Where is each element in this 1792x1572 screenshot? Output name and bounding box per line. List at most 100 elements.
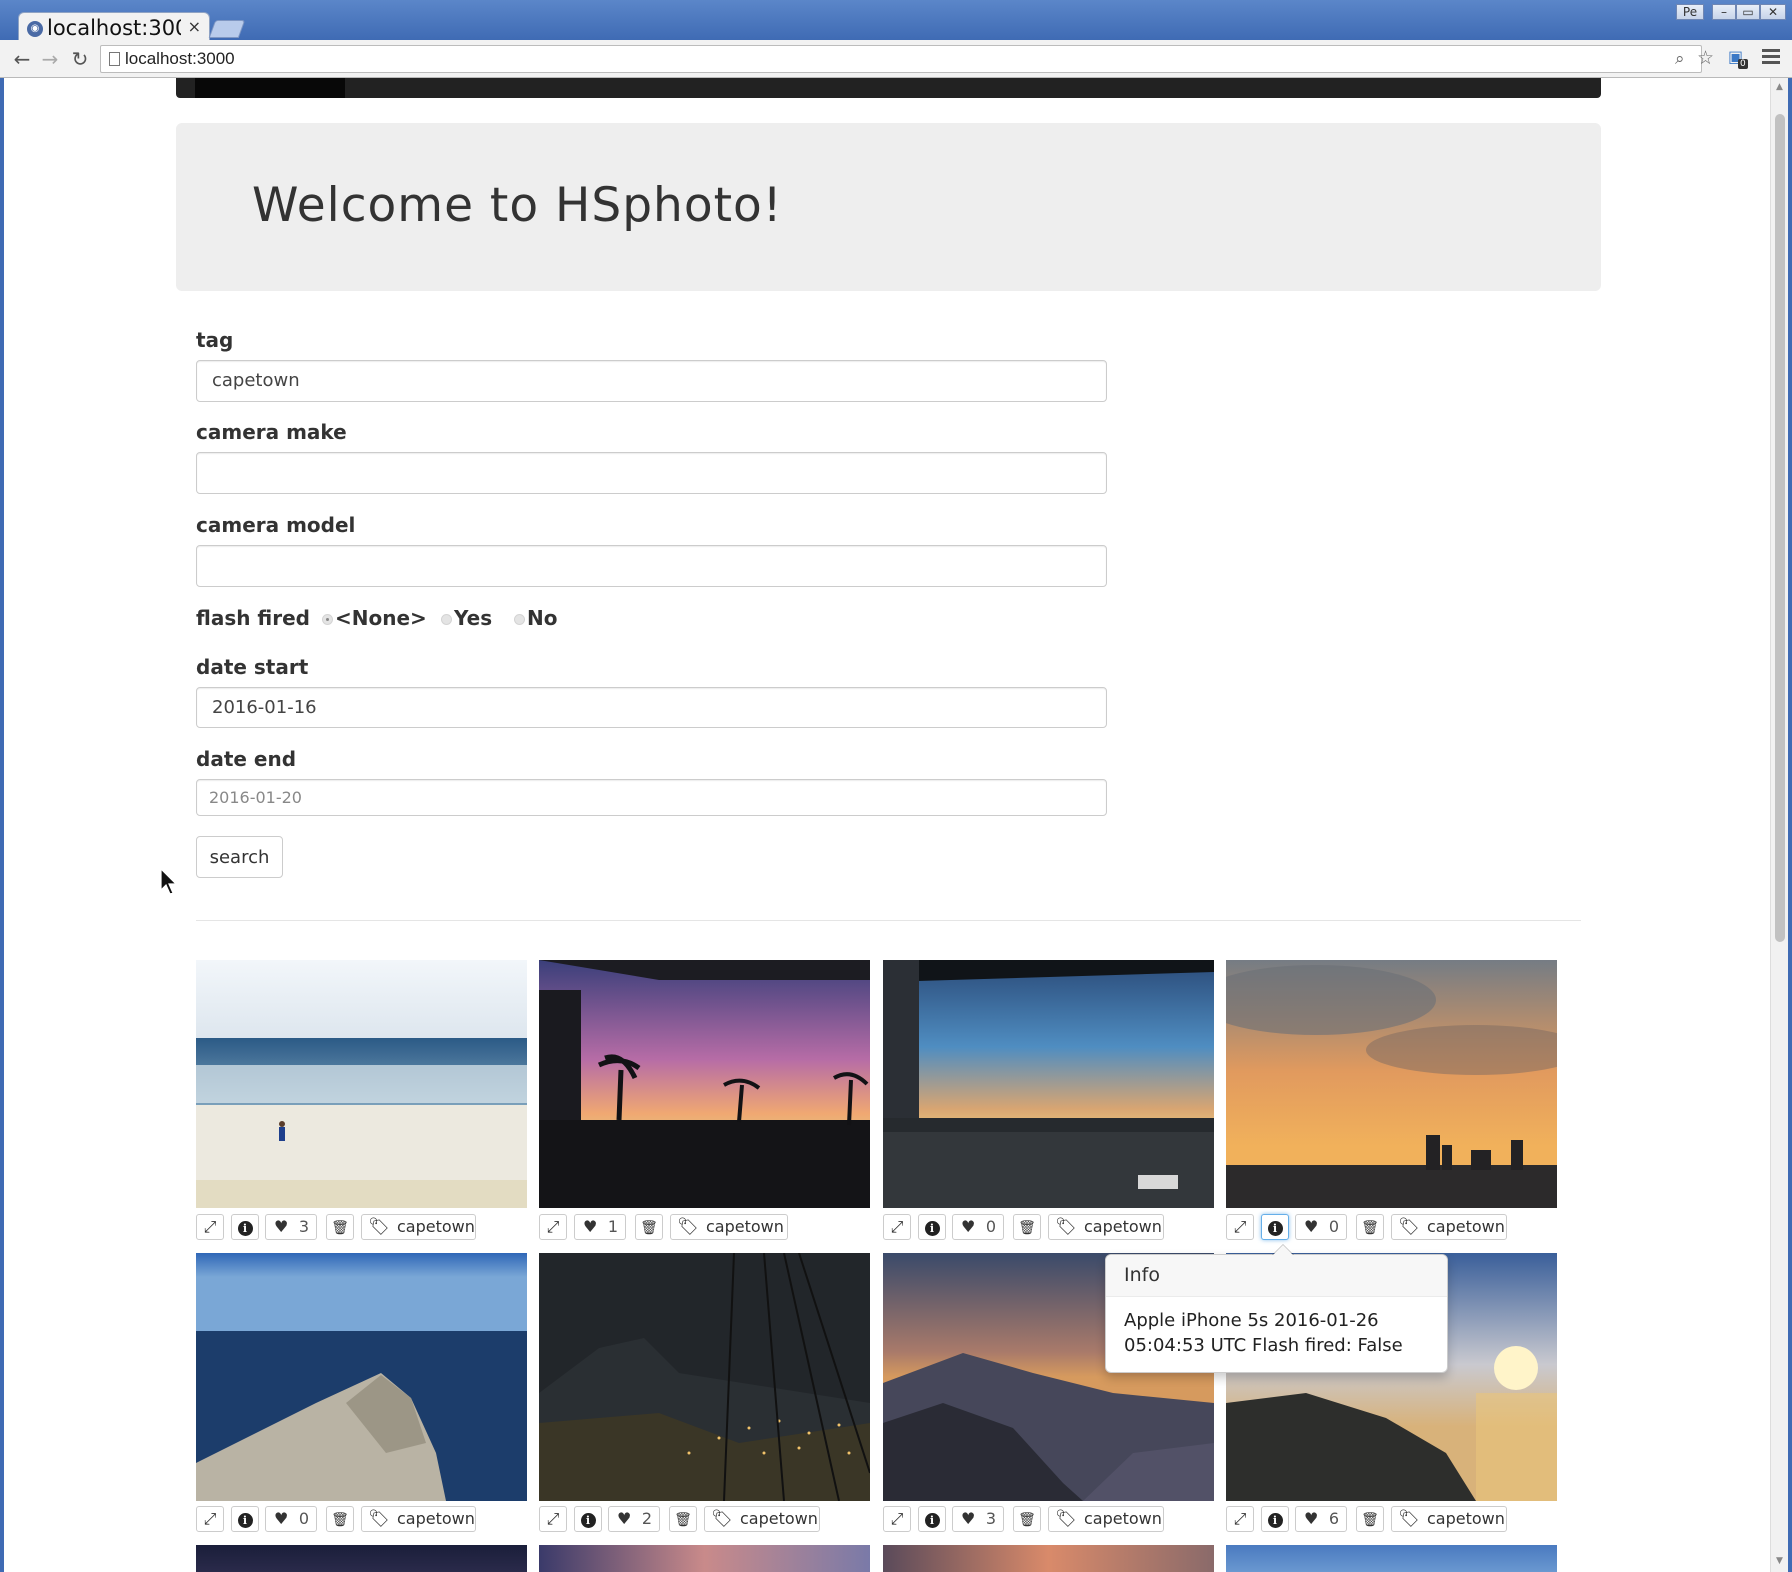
heart-icon: ♥: [1304, 1509, 1319, 1528]
expand-button[interactable]: ⤢: [539, 1506, 567, 1532]
tag-button[interactable]: 🏷 capetown: [1391, 1506, 1507, 1532]
radio-yes[interactable]: [441, 614, 452, 625]
vertical-scrollbar[interactable]: ▲ ▼: [1770, 78, 1788, 1572]
camera-make-label: camera make: [196, 420, 347, 444]
back-icon[interactable]: ←: [10, 47, 34, 71]
navbar-active-item[interactable]: [195, 78, 345, 98]
delete-button[interactable]: 🗑: [1013, 1214, 1041, 1240]
tag-button[interactable]: 🏷 capetown: [1048, 1506, 1164, 1532]
info-button[interactable]: i: [231, 1214, 259, 1240]
search-button[interactable]: search: [196, 836, 283, 878]
info-icon: i: [1267, 1221, 1283, 1236]
like-button[interactable]: ♥ 1: [574, 1214, 626, 1240]
expand-button[interactable]: ⤢: [1226, 1506, 1254, 1532]
like-count: 0: [298, 1509, 309, 1528]
bookmark-star-icon[interactable]: ☆: [1697, 47, 1714, 69]
maximize-icon[interactable]: ▭: [1736, 4, 1760, 20]
radio-none[interactable]: [322, 614, 333, 625]
new-tab-button[interactable]: [208, 20, 246, 38]
tag-button[interactable]: 🏷 capetown: [1048, 1214, 1164, 1240]
close-window-icon[interactable]: ✕: [1760, 4, 1786, 20]
delete-button[interactable]: 🗑: [669, 1506, 697, 1532]
expand-button[interactable]: ⤢: [883, 1214, 911, 1240]
photo-row3-1[interactable]: [196, 1545, 527, 1572]
photo-night-city[interactable]: [539, 1253, 870, 1501]
date-end-input[interactable]: 2016-01-20: [196, 779, 1107, 816]
scroll-up-icon[interactable]: ▲: [1776, 82, 1783, 92]
scrollbar-thumb[interactable]: [1775, 114, 1785, 942]
tag-button[interactable]: 🏷 capetown: [1391, 1214, 1507, 1240]
date-start-input[interactable]: 2016-01-16: [196, 687, 1107, 728]
tag-input[interactable]: capetown: [196, 360, 1107, 402]
flash-option-no-label: No: [527, 606, 558, 630]
window-left-border: [0, 78, 4, 1572]
expand-button[interactable]: ⤢: [539, 1214, 567, 1240]
info-button[interactable]: i: [918, 1214, 946, 1240]
trash-icon: 🗑: [674, 1512, 692, 1528]
tag-icon: 🏷: [1055, 1509, 1077, 1529]
tag-button[interactable]: 🏷 capetown: [704, 1506, 820, 1532]
address-bar[interactable]: localhost:3000 ⌕ ☆: [100, 45, 1714, 73]
like-button[interactable]: ♥ 0: [952, 1214, 1004, 1240]
tab-close-icon[interactable]: ×: [188, 19, 201, 35]
delete-button[interactable]: 🗑: [1013, 1506, 1041, 1532]
delete-button[interactable]: 🗑: [635, 1214, 663, 1240]
like-button[interactable]: ♥ 3: [265, 1214, 317, 1240]
like-button[interactable]: ♥ 0: [265, 1506, 317, 1532]
top-navbar: [176, 78, 1601, 98]
info-button[interactable]: i: [574, 1506, 602, 1532]
photo-airport-sunrise[interactable]: [883, 960, 1214, 1208]
like-button[interactable]: ♥ 2: [608, 1506, 660, 1532]
photo-row3-4[interactable]: [1226, 1545, 1557, 1572]
tag-text: capetown: [740, 1509, 818, 1528]
reload-icon[interactable]: ↻: [68, 47, 92, 71]
minimize-icon[interactable]: –: [1712, 4, 1736, 20]
photo-beach[interactable]: [196, 960, 527, 1208]
tab-favicon-icon: ◉: [27, 21, 43, 37]
like-count: 2: [641, 1509, 652, 1528]
expand-button[interactable]: ⤢: [196, 1506, 224, 1532]
expand-button[interactable]: ⤢: [1226, 1214, 1254, 1240]
extension-icon[interactable]: ▣ 0: [1728, 47, 1748, 69]
like-button[interactable]: ♥ 6: [1295, 1506, 1347, 1532]
info-icon: i: [237, 1513, 253, 1528]
flash-option-yes[interactable]: Yes: [441, 606, 492, 630]
delete-button[interactable]: 🗑: [1356, 1506, 1384, 1532]
info-icon: i: [924, 1513, 940, 1528]
camera-model-input[interactable]: [196, 545, 1107, 587]
forward-icon[interactable]: →: [38, 47, 62, 71]
tag-button[interactable]: 🏷 capetown: [670, 1214, 788, 1240]
photo-row3-2[interactable]: [539, 1545, 870, 1572]
like-button[interactable]: ♥ 0: [1295, 1214, 1347, 1240]
browser-toolbar: ← → ↻ localhost:3000 ⌕ ☆ ▣ 0: [0, 40, 1792, 78]
tag-button[interactable]: 🏷 capetown: [361, 1214, 476, 1240]
radio-no[interactable]: [514, 614, 525, 625]
flash-option-none[interactable]: <None>: [322, 606, 427, 630]
photo-row3-3[interactable]: [883, 1545, 1214, 1572]
flash-option-no[interactable]: No: [514, 606, 557, 630]
photo-cliff-ocean[interactable]: [196, 1253, 527, 1501]
info-button[interactable]: i: [231, 1506, 259, 1532]
scroll-down-icon[interactable]: ▼: [1776, 1556, 1783, 1566]
info-button[interactable]: i: [1261, 1506, 1289, 1532]
like-button[interactable]: ♥ 3: [952, 1506, 1004, 1532]
delete-button[interactable]: 🗑: [1356, 1214, 1384, 1240]
popover-arrow: [1272, 1244, 1294, 1255]
info-button[interactable]: i: [918, 1506, 946, 1532]
info-icon: i: [237, 1221, 253, 1236]
photo-city-sunset[interactable]: [1226, 960, 1557, 1208]
menu-icon[interactable]: [1762, 49, 1780, 67]
expand-button[interactable]: ⤢: [196, 1214, 224, 1240]
info-button[interactable]: i: [1261, 1214, 1289, 1240]
delete-button[interactable]: 🗑: [326, 1506, 354, 1532]
camera-make-input[interactable]: [196, 452, 1107, 494]
photo-palm-sunset[interactable]: [539, 960, 870, 1208]
like-count: 1: [607, 1217, 618, 1236]
delete-button[interactable]: 🗑: [326, 1214, 354, 1240]
browser-tab[interactable]: ◉ localhost:3000 ×: [18, 12, 210, 42]
tag-text: capetown: [1084, 1509, 1162, 1528]
profile-button[interactable]: Pe: [1676, 4, 1704, 20]
tag-button[interactable]: 🏷 capetown: [361, 1506, 476, 1532]
search-icon[interactable]: ⌕: [1675, 49, 1685, 69]
expand-button[interactable]: ⤢: [883, 1506, 911, 1532]
